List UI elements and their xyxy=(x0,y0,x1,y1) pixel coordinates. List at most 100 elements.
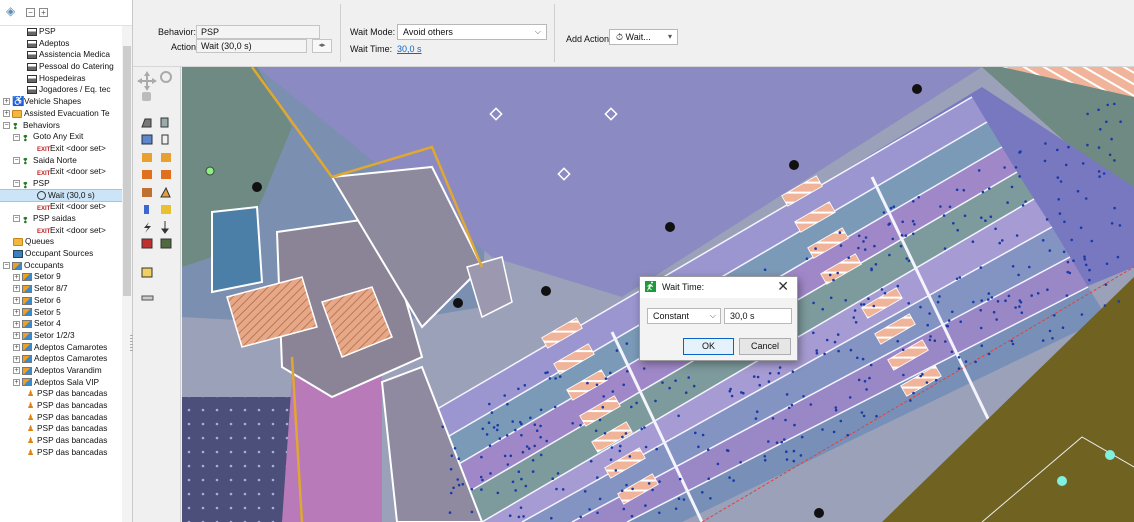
ok-button[interactable]: OK xyxy=(683,338,734,355)
tree-item[interactable]: EXITExit <door set> xyxy=(0,225,122,237)
add-action-dropdown[interactable]: ⏱ Wait... ▾ xyxy=(609,29,678,45)
expand-all-icon[interactable]: + xyxy=(39,8,48,17)
behavior-icon: ❢ xyxy=(22,180,29,190)
tree-item[interactable]: − ❢ PSP xyxy=(0,178,122,190)
expand-icon[interactable]: + xyxy=(13,355,20,363)
tree-item[interactable]: − ❢ PSP saidas xyxy=(0,213,122,225)
tree-item[interactable]: − ❢ Behaviors xyxy=(0,120,122,131)
tree-item[interactable]: + Setor 9 xyxy=(0,271,122,283)
next-action-icon[interactable]: ▸ xyxy=(322,42,326,49)
collapse-all-icon[interactable]: − xyxy=(26,8,35,17)
tree-item[interactable]: PSP xyxy=(0,26,122,38)
tree-scrollbar-thumb[interactable] xyxy=(123,46,131,296)
tree-item[interactable]: ♟ PSP das bancadas xyxy=(0,447,122,459)
draw-wall-icon[interactable] xyxy=(160,117,169,128)
tree-item[interactable]: Adeptos xyxy=(0,38,122,50)
obstruction-icon[interactable] xyxy=(142,188,152,197)
wait-time-input[interactable]: 30,0 s xyxy=(724,308,792,324)
tree-item[interactable]: Occupant Sources xyxy=(0,248,122,260)
expand-icon[interactable]: + xyxy=(13,285,20,293)
folder-icon xyxy=(12,109,22,118)
tree-scrollbar[interactable] xyxy=(122,26,132,522)
close-icon[interactable]: ✕ xyxy=(777,278,789,295)
expand-icon[interactable]: + xyxy=(13,308,20,316)
tree-item[interactable]: − ❢ Saida Norte xyxy=(0,155,122,166)
collapse-icon[interactable]: − xyxy=(3,121,10,129)
tree-item[interactable]: + Setor 6 xyxy=(0,295,122,307)
tree-item[interactable]: Pessoal do Catering xyxy=(0,61,122,73)
expand-icon[interactable]: + xyxy=(13,320,20,328)
escalator-icon[interactable] xyxy=(142,170,152,179)
target-icon[interactable] xyxy=(160,186,171,198)
expand-icon[interactable]: + xyxy=(3,110,10,118)
dropdown-arrow-icon: ▾ xyxy=(667,32,672,41)
group-icon[interactable] xyxy=(161,205,171,214)
ruler-icon[interactable] xyxy=(141,295,154,301)
camera-icon[interactable] xyxy=(141,238,153,249)
walkway-icon[interactable] xyxy=(161,170,171,179)
tree-item[interactable]: + Assisted Evacuation Te xyxy=(0,108,122,120)
orbit-icon[interactable] xyxy=(142,92,151,101)
expand-icon[interactable]: + xyxy=(13,367,20,375)
distribution-select[interactable]: Constant ⌵ xyxy=(647,308,721,324)
tree-item[interactable]: − Occupants xyxy=(0,260,122,272)
draw-slab-icon[interactable] xyxy=(141,118,152,128)
draw-grid-icon[interactable] xyxy=(141,134,153,145)
profile-icon xyxy=(27,74,37,83)
expand-icon[interactable]: + xyxy=(13,378,20,386)
tree-item[interactable]: Hospedeiras xyxy=(0,73,122,85)
tree-item[interactable]: + Adeptos Camarotes xyxy=(0,353,122,365)
action-stepper[interactable]: ◂▸ xyxy=(312,39,332,53)
collapse-icon[interactable]: − xyxy=(13,156,20,164)
stair-icon[interactable] xyxy=(142,153,152,162)
tree-item[interactable]: EXITExit <door set> xyxy=(0,201,122,213)
tree-item[interactable]: ♟ PSP das bancadas xyxy=(0,423,122,435)
action-field[interactable]: Wait (30,0 s) xyxy=(196,39,307,53)
draw-door-icon[interactable] xyxy=(161,134,169,145)
wait-time-link[interactable]: 30,0 s xyxy=(397,44,422,54)
collapse-icon[interactable]: − xyxy=(13,215,20,223)
collapse-icon[interactable]: − xyxy=(13,180,20,188)
tree-item[interactable]: Assistencia Medica xyxy=(0,49,122,61)
tree-item[interactable]: ♟ PSP das bancadas xyxy=(0,400,122,412)
tree-item[interactable]: Jogadores / Eq. tec xyxy=(0,84,122,96)
tree-item[interactable]: + Setor 4 xyxy=(0,318,122,330)
tree-filter-icon[interactable]: ◈ xyxy=(6,4,15,18)
tree-item[interactable]: + Setor 8/7 xyxy=(0,283,122,295)
measure-icon[interactable] xyxy=(161,221,169,234)
expand-icon[interactable]: + xyxy=(13,343,20,351)
collapse-icon[interactable]: − xyxy=(3,262,10,270)
lightning-icon[interactable] xyxy=(144,222,151,233)
lift-shaft[interactable] xyxy=(211,205,264,294)
expand-icon[interactable]: + xyxy=(3,98,10,106)
tree-item[interactable]: ♟ PSP das bancadas xyxy=(0,388,122,400)
pan-icon[interactable] xyxy=(137,71,157,91)
tree-item[interactable]: + Adeptos Camarotes xyxy=(0,342,122,354)
tree-item[interactable]: + Setor 1/2/3 xyxy=(0,330,122,342)
tree-item[interactable]: + Adeptos Varandim xyxy=(0,365,122,377)
tree-item[interactable]: EXITExit <door set> xyxy=(0,166,122,178)
view-icon[interactable] xyxy=(160,238,172,249)
chevron-down-icon: ⌵ xyxy=(709,311,716,320)
collapse-icon[interactable]: − xyxy=(13,133,20,141)
tree-item[interactable]: + ♿Vehicle Shapes xyxy=(0,96,122,108)
expand-icon[interactable]: + xyxy=(13,297,20,305)
tree-item[interactable]: ♟ PSP das bancadas xyxy=(0,412,122,424)
wait-mode-select[interactable]: Avoid others ⌵ xyxy=(397,24,547,40)
cancel-button[interactable]: Cancel xyxy=(739,338,791,355)
tree-item[interactable]: − ❢ Goto Any Exit xyxy=(0,131,122,143)
tree-item[interactable]: ♟ PSP das bancadas xyxy=(0,435,122,447)
annotation-icon[interactable] xyxy=(141,267,153,278)
ramp-icon[interactable] xyxy=(161,153,171,162)
expand-icon[interactable]: + xyxy=(13,332,20,340)
occupant-icon[interactable] xyxy=(144,205,149,214)
expand-icon[interactable]: + xyxy=(13,273,20,281)
parking-grid[interactable] xyxy=(182,397,292,522)
tree-item-label: Exit <door set> xyxy=(50,166,106,177)
tree-item[interactable]: Wait (30,0 s) xyxy=(0,188,123,203)
tree-item[interactable]: + Adeptos Sala VIP xyxy=(0,377,122,389)
rotate-icon[interactable] xyxy=(160,71,172,83)
tree-item[interactable]: Queues xyxy=(0,236,122,248)
tree-item[interactable]: + Setor 5 xyxy=(0,307,122,319)
tree-item[interactable]: EXITExit <door set> xyxy=(0,143,122,155)
